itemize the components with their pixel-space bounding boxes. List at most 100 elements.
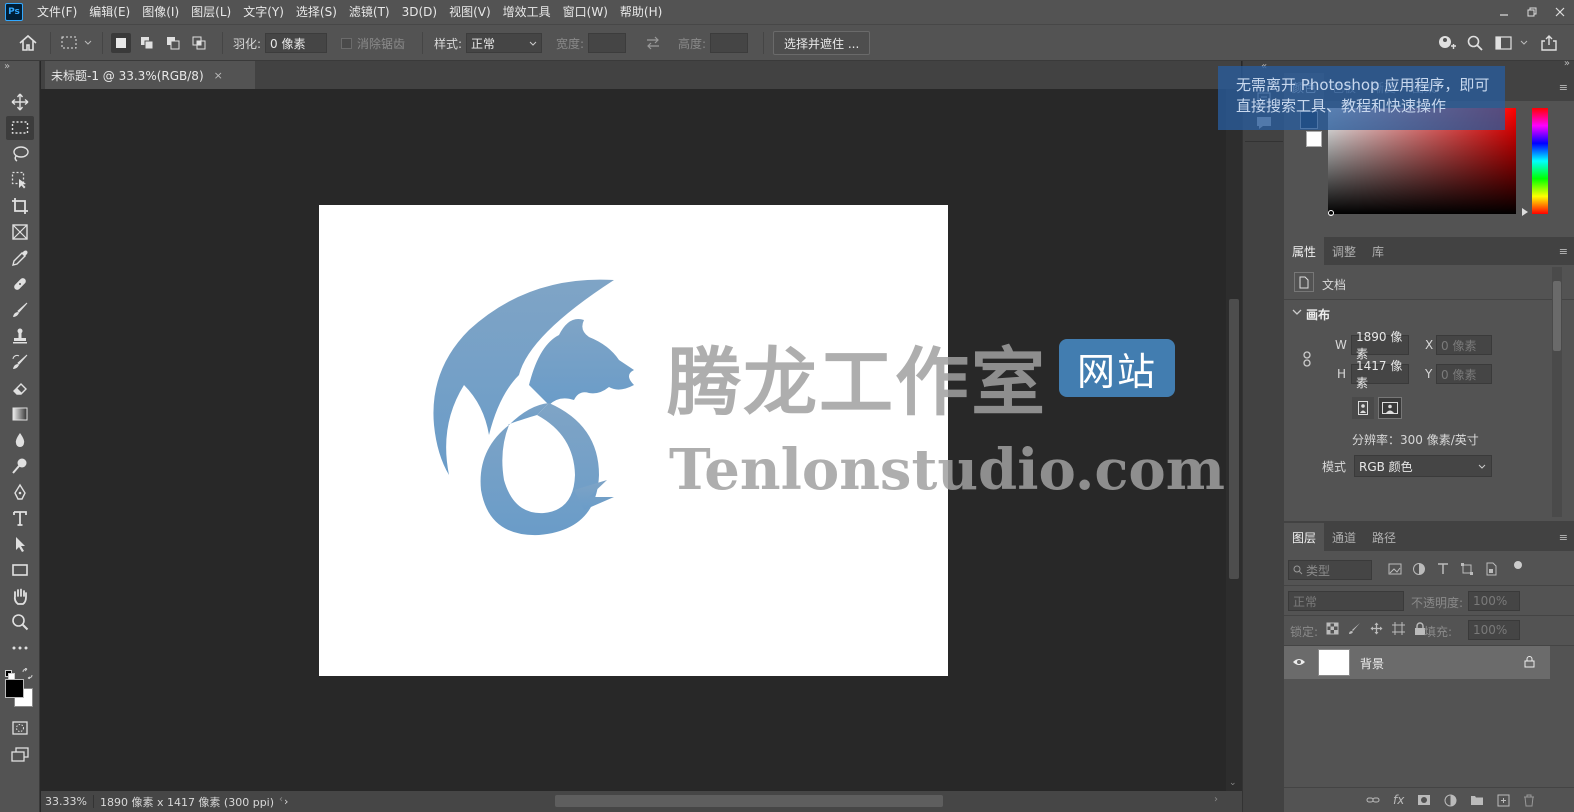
lock-artboard-icon[interactable] <box>1392 622 1405 635</box>
select-and-mask-button[interactable]: 选择并遮住 ... <box>773 31 871 55</box>
zoom-tool[interactable] <box>6 610 34 634</box>
add-mask-icon[interactable] <box>1417 794 1431 806</box>
hue-slider[interactable] <box>1532 108 1548 214</box>
menu-filter[interactable]: 滤镜(T) <box>343 0 396 24</box>
canvas-width-field[interactable]: 1890 像素 <box>1351 330 1409 361</box>
scroll-left-icon[interactable]: ‹ <box>279 794 283 805</box>
new-adjustment-layer-icon[interactable] <box>1444 794 1457 807</box>
section-chevron-icon[interactable] <box>1292 309 1302 317</box>
object-selection-tool[interactable] <box>6 168 34 192</box>
filter-pixel-icon[interactable] <box>1388 562 1402 576</box>
menu-window[interactable]: 窗口(W) <box>557 0 614 24</box>
antialias-checkbox[interactable] <box>341 37 352 49</box>
crop-tool[interactable] <box>6 194 34 218</box>
tab-libraries[interactable]: 库 <box>1364 237 1392 265</box>
collapse-toolbar-icon[interactable]: » <box>4 61 10 72</box>
scroll-right-icon[interactable]: › <box>1214 794 1218 805</box>
color-picker-marker[interactable] <box>1328 210 1334 216</box>
foreground-color-swatch[interactable] <box>5 679 24 698</box>
menu-edit[interactable]: 编辑(E) <box>83 0 136 24</box>
home-button[interactable] <box>18 25 38 61</box>
rectangle-tool[interactable] <box>6 558 34 582</box>
menu-select[interactable]: 选择(S) <box>290 0 343 24</box>
layers-panel-menu-icon[interactable]: ≡ <box>1559 531 1568 544</box>
new-layer-icon[interactable] <box>1497 794 1510 807</box>
gradient-tool[interactable] <box>6 402 34 426</box>
color-panel-menu-icon[interactable]: ≡ <box>1559 81 1568 94</box>
color-mode-select[interactable]: RGB 颜色 <box>1354 455 1492 477</box>
menu-layer[interactable]: 图层(L) <box>185 0 237 24</box>
tab-adjustments[interactable]: 调整 <box>1324 237 1364 265</box>
properties-scrollbar[interactable] <box>1552 267 1562 517</box>
close-tab-icon[interactable]: × <box>214 69 223 82</box>
search-button[interactable] <box>1466 25 1484 61</box>
height-input[interactable] <box>710 33 749 53</box>
horizontal-scroll-thumb[interactable] <box>555 795 943 807</box>
lock-transparent-pixels-icon[interactable] <box>1326 622 1339 635</box>
portrait-orientation-button[interactable] <box>1352 397 1374 419</box>
subtract-selection-button[interactable] <box>163 33 183 53</box>
tab-layers[interactable]: 图层 <box>1284 523 1325 551</box>
move-tool[interactable] <box>6 90 34 114</box>
link-dimensions-icon[interactable] <box>1301 351 1313 367</box>
close-window-button[interactable] <box>1546 0 1574 24</box>
path-selection-tool[interactable] <box>6 532 34 556</box>
collapse-dock-icon[interactable]: » <box>1564 58 1570 69</box>
opacity-field[interactable]: 100% <box>1468 591 1520 611</box>
landscape-orientation-button[interactable] <box>1378 397 1402 419</box>
menu-3d[interactable]: 3D(D) <box>396 0 443 24</box>
filter-toggle-switch[interactable] <box>1514 561 1522 575</box>
frame-tool[interactable] <box>6 220 34 244</box>
lasso-tool[interactable] <box>6 142 34 166</box>
tool-preset-picker[interactable] <box>60 25 94 61</box>
quick-mask-button[interactable] <box>6 716 34 740</box>
scroll-down-icon[interactable]: ⌄ <box>1229 778 1237 788</box>
add-selection-button[interactable] <box>137 33 157 53</box>
new-group-icon[interactable] <box>1470 794 1484 806</box>
workspace-button[interactable] <box>1495 25 1529 61</box>
hand-tool[interactable] <box>6 584 34 608</box>
clone-stamp-tool[interactable] <box>6 324 34 348</box>
vertical-scrollbar[interactable]: ⌄ <box>1226 89 1242 791</box>
lock-image-pixels-icon[interactable] <box>1348 622 1361 635</box>
lock-position-icon[interactable] <box>1370 622 1383 635</box>
minimize-button[interactable] <box>1490 0 1518 24</box>
filter-adjustment-icon[interactable] <box>1412 562 1426 576</box>
dodge-tool[interactable] <box>6 454 34 478</box>
width-input[interactable] <box>588 33 627 53</box>
panel-background-swatch[interactable] <box>1306 131 1322 147</box>
rectangular-marquee-tool[interactable] <box>6 116 34 140</box>
layer-name[interactable]: 背景 <box>1360 655 1384 672</box>
eraser-tool[interactable] <box>6 376 34 400</box>
edit-toolbar-button[interactable] <box>6 636 34 660</box>
healing-brush-tool[interactable] <box>6 272 34 296</box>
filter-shape-icon[interactable] <box>1460 562 1474 576</box>
menu-type[interactable]: 文字(Y) <box>237 0 290 24</box>
tab-properties[interactable]: 属性 <box>1284 237 1325 265</box>
blend-mode-select[interactable]: 正常 <box>1288 591 1404 611</box>
layer-effects-button[interactable]: fx <box>1393 793 1404 807</box>
properties-scroll-thumb[interactable] <box>1553 281 1561 351</box>
layer-row-background[interactable]: 背景 <box>1284 646 1550 679</box>
menu-image[interactable]: 图像(I) <box>136 0 185 24</box>
pen-tool[interactable] <box>6 480 34 504</box>
tab-channels[interactable]: 通道 <box>1324 523 1364 551</box>
layer-filter-select[interactable]: 类型 <box>1288 560 1372 580</box>
type-tool[interactable] <box>6 506 34 530</box>
properties-panel-menu-icon[interactable]: ≡ <box>1559 245 1568 258</box>
canvas-area[interactable]: 腾龙工作室 网站 Tenlonstudio.com <box>41 89 1226 791</box>
history-brush-tool[interactable] <box>6 350 34 374</box>
canvas-height-field[interactable]: 1417 像素 <box>1351 359 1409 390</box>
link-layers-icon[interactable] <box>1366 795 1380 805</box>
document-canvas[interactable]: 腾龙工作室 网站 Tenlonstudio.com <box>319 205 1225 676</box>
layer-visibility-eye-icon[interactable] <box>1292 657 1306 667</box>
menu-view[interactable]: 视图(V) <box>443 0 497 24</box>
menu-help[interactable]: 帮助(H) <box>614 0 668 24</box>
document-tab[interactable]: 未标题-1 @ 33.3%(RGB/8) × <box>45 61 255 89</box>
restore-button[interactable] <box>1518 0 1546 24</box>
menu-file[interactable]: 文件(F) <box>31 0 83 24</box>
vertical-scroll-thumb[interactable] <box>1229 299 1239 579</box>
eyedropper-tool[interactable] <box>6 246 34 270</box>
tab-paths[interactable]: 路径 <box>1364 523 1404 551</box>
canvas-y-field[interactable]: 0 像素 <box>1436 364 1492 384</box>
